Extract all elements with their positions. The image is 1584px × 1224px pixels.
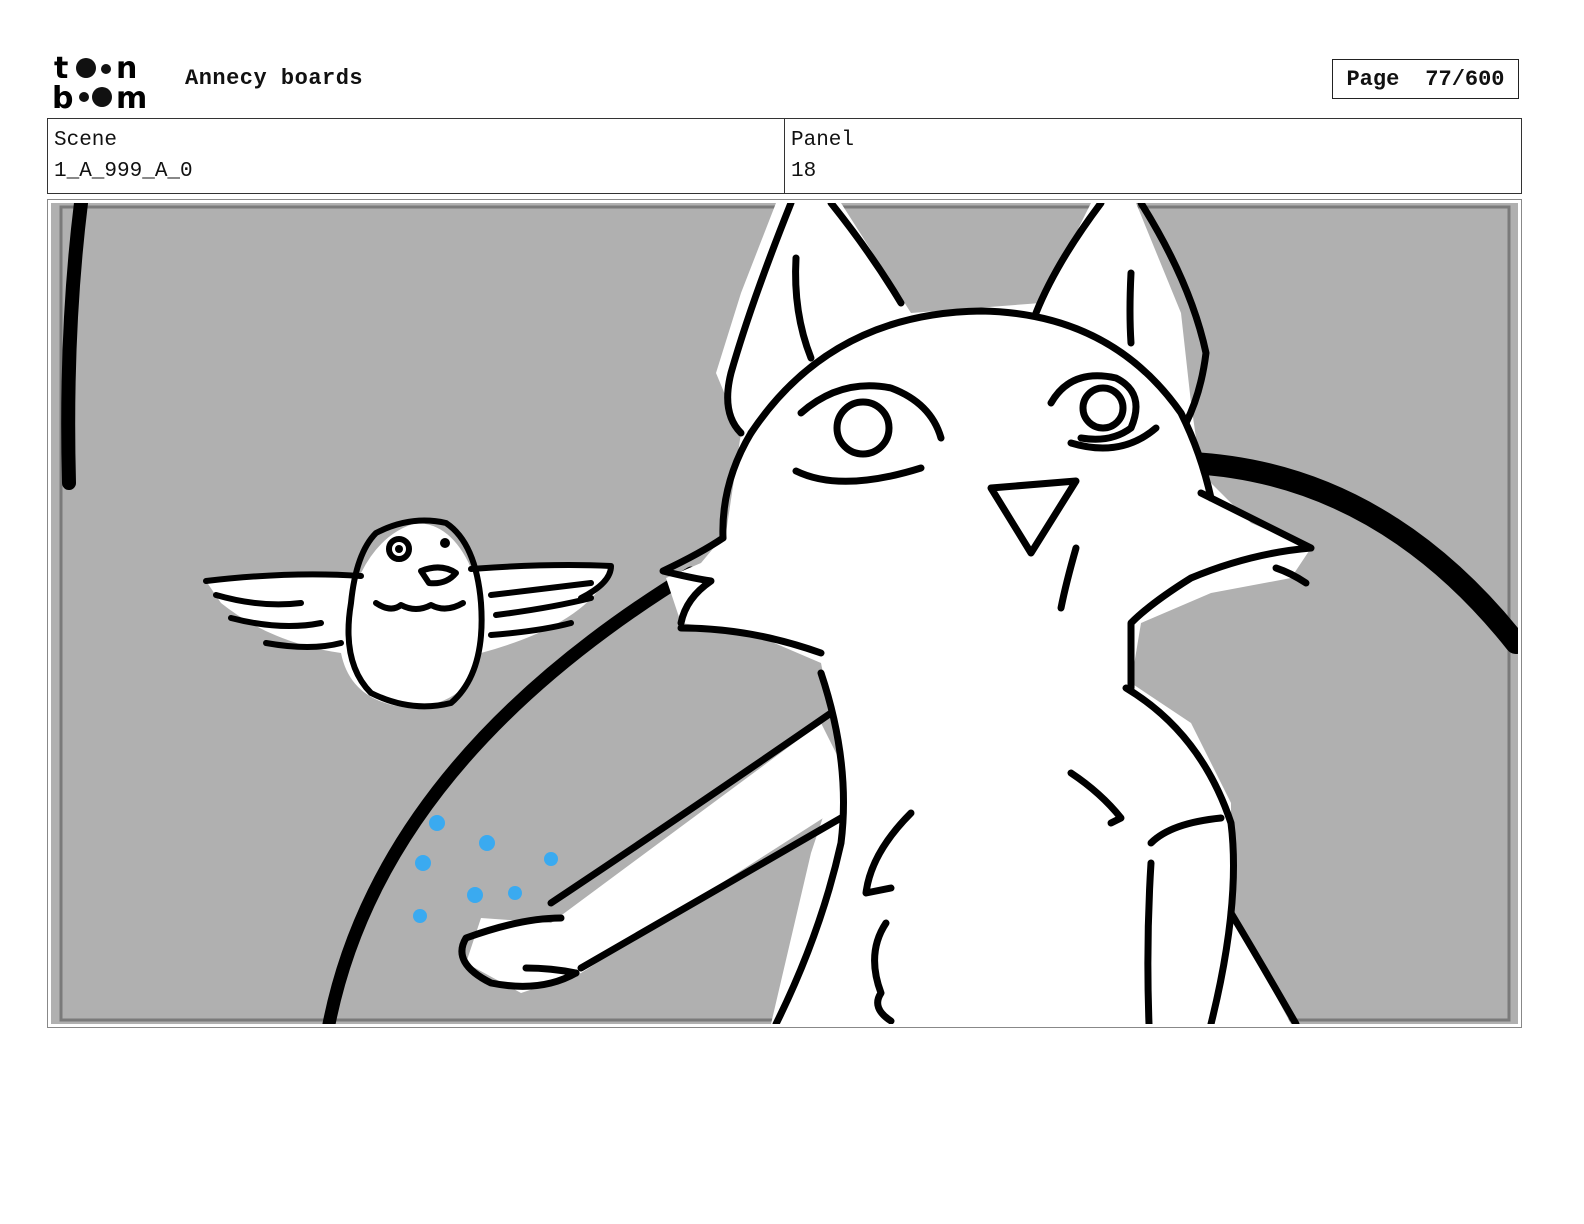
page-number: 77/600 bbox=[1425, 66, 1505, 92]
panel-value: 18 bbox=[791, 160, 817, 183]
svg-text:b: b bbox=[52, 81, 73, 112]
panel-cell: Panel 18 bbox=[784, 119, 1521, 193]
scene-cell: Scene 1_A_999_A_0 bbox=[48, 119, 784, 193]
svg-text:m: m bbox=[116, 81, 147, 112]
panel-label: Panel bbox=[791, 129, 855, 152]
toon-boom-logo: t n b m bbox=[52, 52, 147, 112]
project-title: Annecy boards bbox=[185, 66, 364, 91]
scene-value: 1_A_999_A_0 bbox=[54, 160, 193, 183]
scene-label: Scene bbox=[54, 129, 118, 152]
panel-drawing bbox=[51, 203, 1518, 1024]
page-label: Page bbox=[1346, 66, 1400, 92]
page-indicator: Page 77/600 bbox=[1332, 59, 1519, 99]
scene-panel-info: Scene 1_A_999_A_0 Panel 18 bbox=[47, 118, 1522, 194]
storyboard-panel bbox=[47, 199, 1522, 1028]
